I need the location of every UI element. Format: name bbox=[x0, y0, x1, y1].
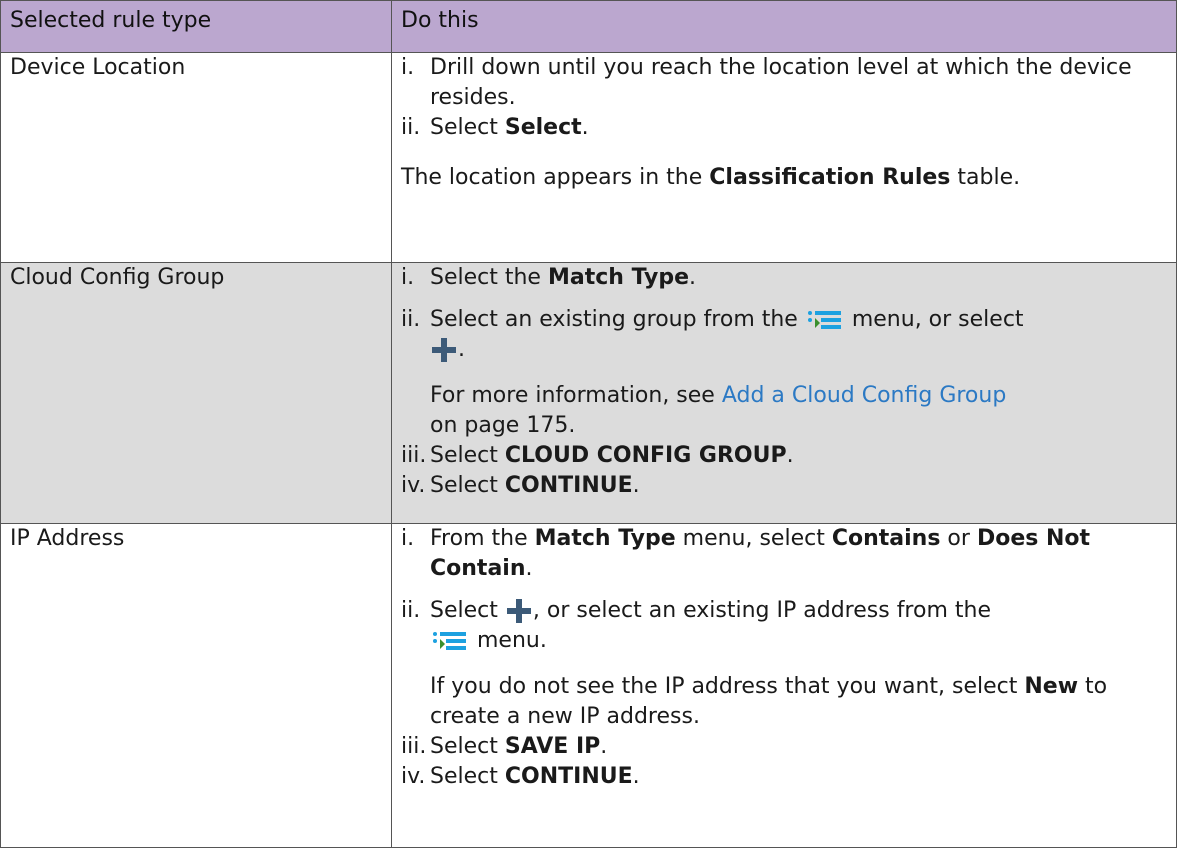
list-item: iii. Select CLOUD CONFIG GROUP. bbox=[401, 443, 794, 468]
ui-term: CONTINUE bbox=[504, 473, 633, 498]
classification-rules-table: Selected rule type Do this Device Locati… bbox=[0, 0, 1177, 848]
step-list: i. Drill down until you reach the locati… bbox=[401, 53, 1167, 143]
list-menu-icon bbox=[432, 630, 468, 652]
step-list: i. From the Match Type menu, select Cont… bbox=[401, 524, 1167, 792]
list-item: iii. Select SAVE IP. bbox=[401, 734, 608, 759]
add-cloud-config-group-link[interactable]: Add a Cloud Config Group bbox=[722, 383, 1006, 408]
ui-term: Classification Rules bbox=[709, 165, 951, 190]
step-list: i. Select the Match Type. ii. Select an … bbox=[401, 263, 1167, 501]
ui-term: CLOUD CONFIG GROUP bbox=[504, 443, 787, 468]
table-row: Cloud Config Group i. Select the Match T… bbox=[0, 262, 1177, 524]
ui-term: Match Type bbox=[534, 526, 676, 551]
table-row: Device Location i. Drill down until you … bbox=[0, 52, 1177, 263]
ui-term: Contains bbox=[831, 526, 941, 551]
new-ip-note: If you do not see the IP address that yo… bbox=[430, 674, 1108, 729]
list-item: iv. Select CONTINUE. bbox=[401, 764, 640, 789]
ui-term: CONTINUE bbox=[504, 764, 633, 789]
table-row: IP Address i. From the Match Type menu, … bbox=[0, 523, 1177, 848]
list-item: ii. Select an existing group from the me… bbox=[401, 305, 1167, 441]
table-header-row: Selected rule type Do this bbox=[0, 0, 1177, 53]
ui-term: New bbox=[1024, 674, 1079, 699]
list-item: iv. Select CONTINUE. bbox=[401, 473, 640, 498]
list-item: i. Drill down until you reach the locati… bbox=[401, 55, 1132, 110]
list-item: ii. Select , or select an existing IP ad… bbox=[401, 596, 1167, 732]
list-menu-icon bbox=[807, 309, 843, 331]
ui-term: Match Type bbox=[547, 265, 689, 290]
rule-type-cell: Cloud Config Group bbox=[0, 262, 392, 524]
list-item: i. Select the Match Type. bbox=[401, 265, 696, 290]
result-note: The location appears in the Classificati… bbox=[401, 165, 1021, 190]
rule-type-cell: Device Location bbox=[0, 52, 392, 263]
column-header-rule-type: Selected rule type bbox=[0, 0, 392, 53]
instructions-cell: i. Select the Match Type. ii. Select an … bbox=[391, 262, 1177, 524]
more-info-note: For more information, see Add a Cloud Co… bbox=[430, 383, 1007, 438]
instructions-cell: i. From the Match Type menu, select Cont… bbox=[391, 523, 1177, 848]
instructions-cell: i. Drill down until you reach the locati… bbox=[391, 52, 1177, 263]
ui-term: Select bbox=[504, 115, 582, 140]
ui-term: SAVE IP bbox=[504, 734, 601, 759]
plus-icon bbox=[432, 338, 456, 362]
column-header-do-this: Do this bbox=[391, 0, 1177, 53]
rule-type-cell: IP Address bbox=[0, 523, 392, 848]
list-item: ii. Select Select. bbox=[401, 115, 589, 140]
list-item: i. From the Match Type menu, select Cont… bbox=[401, 526, 1091, 581]
plus-icon bbox=[506, 599, 531, 623]
